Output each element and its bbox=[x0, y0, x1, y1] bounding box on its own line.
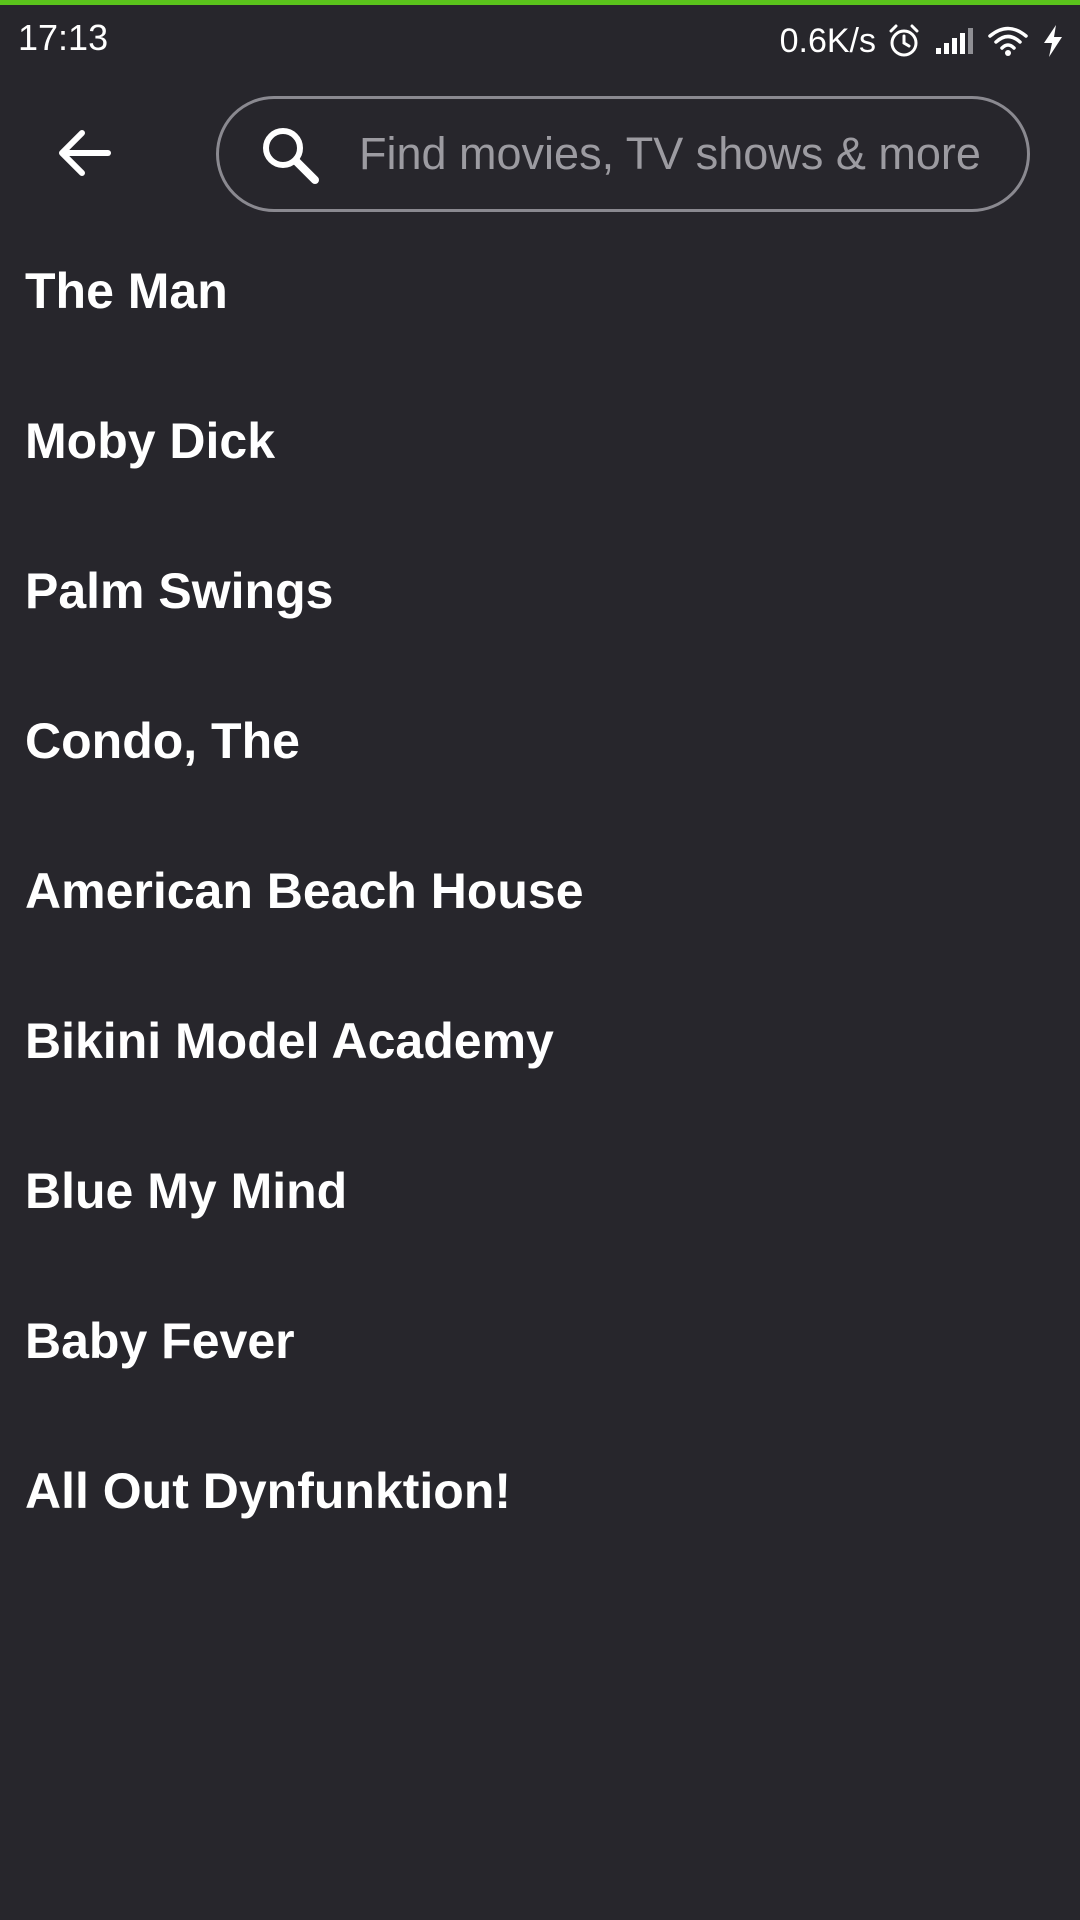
result-item[interactable]: Baby Fever bbox=[0, 1285, 1080, 1435]
back-button[interactable] bbox=[44, 115, 124, 195]
result-title: Baby Fever bbox=[25, 1313, 295, 1369]
result-title: Moby Dick bbox=[25, 413, 276, 469]
result-title: All Out Dynfunktion! bbox=[25, 1463, 512, 1519]
search-input[interactable] bbox=[359, 119, 1027, 189]
result-title: Bikini Model Academy bbox=[25, 1013, 554, 1069]
result-item[interactable]: Moby Dick bbox=[0, 385, 1080, 535]
search-box[interactable] bbox=[216, 96, 1030, 212]
result-title: Condo, The bbox=[25, 713, 300, 769]
charging-icon bbox=[1040, 23, 1066, 59]
signal-icon bbox=[934, 26, 976, 56]
status-bar: 17:13 0.6K/s bbox=[0, 5, 1080, 75]
result-item[interactable]: Blue My Mind bbox=[0, 1135, 1080, 1285]
result-item[interactable]: Palm Swings bbox=[0, 535, 1080, 685]
search-icon bbox=[257, 122, 321, 186]
result-item[interactable]: The Man bbox=[0, 235, 1080, 385]
result-item[interactable]: American Beach House bbox=[0, 835, 1080, 985]
status-icons: 0.6K/s bbox=[780, 17, 1066, 65]
result-item[interactable]: Condo, The bbox=[0, 685, 1080, 835]
result-item[interactable]: All Out Dynfunktion! bbox=[0, 1435, 1080, 1585]
result-title: The Man bbox=[25, 263, 228, 319]
result-title: Palm Swings bbox=[25, 563, 334, 619]
arrow-left-icon bbox=[56, 128, 112, 183]
search-header bbox=[0, 75, 1080, 235]
result-title: Blue My Mind bbox=[25, 1163, 348, 1219]
results-list: The Man Moby Dick Palm Swings Condo, The Ame… bbox=[0, 235, 1080, 1585]
result-item[interactable]: Bikini Model Academy bbox=[0, 985, 1080, 1135]
alarm-icon bbox=[886, 23, 922, 59]
network-speed: 0.6K/s bbox=[779, 21, 876, 60]
result-title: American Beach House bbox=[25, 863, 584, 919]
wifi-icon bbox=[988, 25, 1028, 57]
status-time: 17:13 bbox=[18, 17, 109, 58]
